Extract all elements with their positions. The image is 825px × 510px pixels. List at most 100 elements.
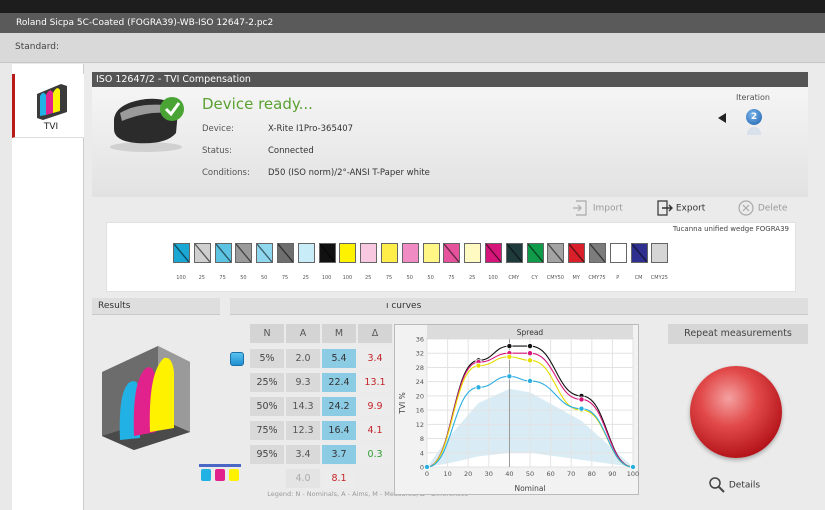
wedge-patch xyxy=(422,243,440,263)
device-value: X-Rite I1Pro-365407 xyxy=(268,124,354,134)
x-tick-label: 30 xyxy=(485,470,493,478)
details-button[interactable]: Details xyxy=(708,476,760,494)
wedge-patch-label: CM xyxy=(634,275,643,281)
results-header: Results xyxy=(92,298,220,315)
device-label: Device: xyxy=(202,124,234,134)
data-point xyxy=(475,362,482,369)
spread-chart-svg: 0 4 8 12 16 20 24 28 32 36 0 10 20 30 40 50 60 70 80 90 100 S… xyxy=(398,325,639,493)
x-tick-label: 20 xyxy=(464,470,472,478)
chart-title: Spread xyxy=(517,328,544,337)
device-status-heading: Device ready... xyxy=(202,95,313,113)
data-point xyxy=(526,343,533,350)
data-point xyxy=(526,357,533,364)
x-tick-label: 60 xyxy=(546,470,554,478)
table-cell-aim: 14.3 xyxy=(286,397,320,416)
device-panel: Device ready... Device: X-Rite I1Pro-365… xyxy=(92,87,808,197)
wedge-patch-label: 100 xyxy=(176,275,186,281)
wedge-patch xyxy=(381,243,398,263)
details-label: Details xyxy=(728,480,761,491)
wedge-panel: Tucanna unified wedge FOGRA39 100 25 75 50 5… xyxy=(106,222,796,292)
x-tick-label: 70 xyxy=(567,470,575,478)
iteration-badge: 2 xyxy=(746,109,762,125)
wedge-patch xyxy=(651,243,669,263)
column-header-delta: Δ xyxy=(358,324,392,343)
table-cell-difference: 3.4 xyxy=(358,349,392,368)
wedge-patch-label: 75 xyxy=(281,275,289,281)
data-point xyxy=(629,463,636,470)
y-tick-label: 20 xyxy=(416,392,424,400)
panel-title: ISO 12647/2 - TVI Compensation xyxy=(92,72,808,87)
table-cell-difference: 0.3 xyxy=(358,445,392,464)
wedge-patch xyxy=(360,243,378,263)
delete-button[interactable]: Delete xyxy=(737,199,787,217)
spread-chart: 0 4 8 12 16 20 24 28 32 36 0 10 20 30 40 50 60 70 80 90 100 S… xyxy=(394,324,639,495)
x-tick-label: 80 xyxy=(588,470,596,478)
wedge-patch-label: CMY xyxy=(508,275,520,281)
cmy-bar-icon xyxy=(199,464,241,481)
iteration-badge-reflection xyxy=(747,127,761,135)
y-tick-label: 28 xyxy=(416,364,424,372)
table-cell-difference: 13.1 xyxy=(358,373,392,392)
wedge-patch-label: 50 xyxy=(406,275,413,281)
wedge-patch xyxy=(505,243,523,263)
cyan-channel-toggle[interactable] xyxy=(230,352,244,366)
table-cell-measured: 22.4 xyxy=(322,373,356,392)
previous-iteration-icon[interactable] xyxy=(716,112,728,124)
table-cell-aim: 3.4 xyxy=(286,445,320,464)
wedge-patch xyxy=(401,243,419,263)
window-top-strip xyxy=(0,0,825,13)
device-row: Device: X-Rite I1Pro-365407 xyxy=(202,124,353,134)
data-point xyxy=(475,384,482,391)
spectrophotometer-icon xyxy=(110,97,184,152)
data-point xyxy=(423,463,430,470)
wedge-patch xyxy=(526,243,544,263)
table-cell-nominal: 50% xyxy=(250,397,284,416)
curves-header: ı curves xyxy=(230,298,808,315)
wedge-patch xyxy=(464,243,482,263)
wedge-patch-label: CMY75 xyxy=(588,275,606,281)
y-tick-label: 4 xyxy=(420,449,424,457)
wedge-patch xyxy=(235,243,253,263)
data-point xyxy=(578,405,585,412)
standard-label: Standard: xyxy=(15,42,59,52)
wedge-patch-label: 50 xyxy=(261,275,268,281)
x-tick-label: 90 xyxy=(608,470,616,478)
column-header-n: N xyxy=(250,324,284,343)
x-tick-label: 50 xyxy=(526,470,534,478)
wedge-patch-label: 100 xyxy=(342,275,353,281)
wedge-patch xyxy=(547,243,565,263)
sidebar-item-tvi[interactable]: TVI xyxy=(12,74,84,138)
wedge-patch-label: P xyxy=(616,275,620,281)
y-tick-label: 24 xyxy=(416,378,424,386)
repeat-measurement-button[interactable] xyxy=(690,366,782,458)
table-cell-nominal: 5% xyxy=(250,349,284,368)
wedge-title: Tucanna unified wedge FOGRA39 xyxy=(672,225,789,233)
x-tick-label: 10 xyxy=(443,470,451,478)
status-value: Connected xyxy=(268,146,314,156)
wedge-patch xyxy=(485,243,502,263)
conditions-value: D50 (ISO norm)/2°-ANSI T-Paper white xyxy=(268,168,430,178)
magnifier-icon xyxy=(709,477,725,493)
table-cell-aim: 9.3 xyxy=(286,373,320,392)
x-tick-label: 40 xyxy=(505,470,513,478)
main-panel: ISO 12647/2 - TVI Compensation Device re… xyxy=(84,64,825,510)
wedge-patch xyxy=(277,243,294,263)
wedge-patch-label: CY xyxy=(531,275,538,281)
wedge-patch xyxy=(173,243,190,263)
wedge-patch-label: 25 xyxy=(469,275,476,281)
wedge-patch xyxy=(339,243,357,263)
table-cell-measured: 5.4 xyxy=(322,349,356,368)
import-button[interactable]: Import xyxy=(572,199,623,217)
delete-icon xyxy=(738,200,754,216)
wedge-patch-label: 75 xyxy=(448,275,455,281)
wedge-patch xyxy=(630,243,648,263)
toolbar: Import Export Delete xyxy=(92,197,808,219)
x-tick-label: 0 xyxy=(425,470,429,478)
sidebar: TVI xyxy=(12,64,84,510)
wedge-patch xyxy=(214,243,232,263)
y-tick-label: 8 xyxy=(420,435,424,443)
y-tick-label: 32 xyxy=(416,350,424,358)
wedge-patch xyxy=(193,243,211,263)
data-point xyxy=(578,396,585,403)
export-button[interactable]: Export xyxy=(655,199,705,217)
